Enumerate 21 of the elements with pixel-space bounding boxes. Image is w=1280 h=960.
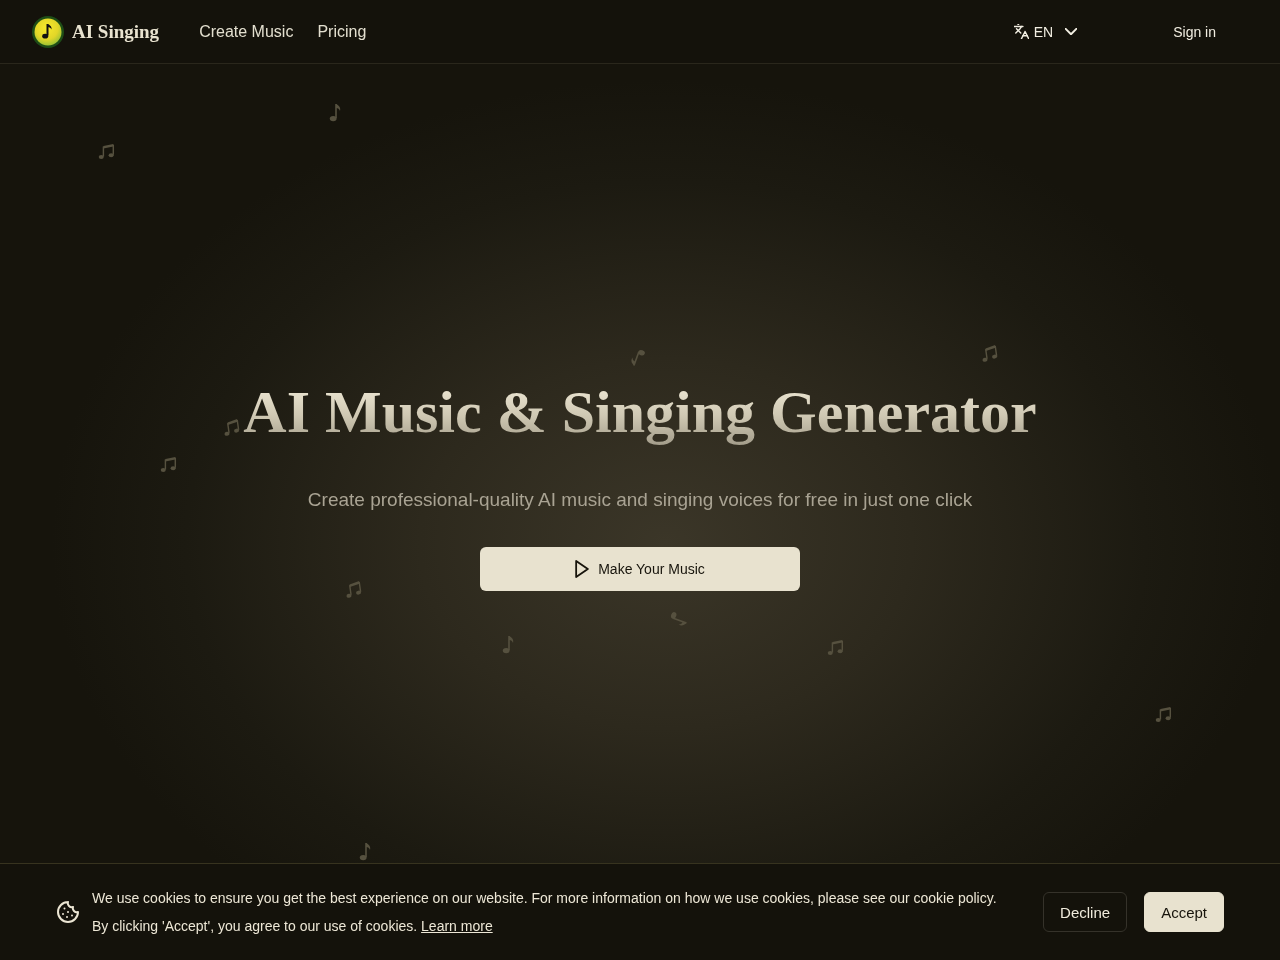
make-music-button[interactable]: Make Your Music bbox=[480, 547, 800, 591]
cookie-notice-text: We use cookies to ensure you get the best experience on our website. For more information on how we use cookies, please see our cookie policy. bbox=[92, 889, 998, 908]
chevron-down-icon bbox=[1065, 28, 1078, 35]
music-notes-icon bbox=[160, 455, 178, 475]
learn-more-link[interactable]: Learn more bbox=[421, 918, 493, 934]
music-notes-icon bbox=[827, 638, 845, 658]
hero-subtitle: Create professional-quality AI music and singing voices for free in just one click bbox=[307, 488, 973, 512]
cookie-icon bbox=[57, 901, 79, 923]
accept-button[interactable]: Accept bbox=[1144, 892, 1224, 932]
music-note-circle-icon[interactable] bbox=[32, 15, 64, 48]
cookie-notice-text: By clicking 'Accept', you agree to our use of cookies. Learn more bbox=[92, 917, 494, 936]
music-notes-icon bbox=[1155, 705, 1173, 725]
language-selector[interactable]: EN bbox=[1011, 19, 1080, 44]
nav-link[interactable]: Create Music bbox=[199, 22, 294, 41]
sign-in-button[interactable]: Sign in bbox=[1157, 15, 1232, 48]
music-notes-icon bbox=[98, 142, 116, 162]
brand-name[interactable]: AI Singing bbox=[72, 20, 160, 43]
play-icon bbox=[575, 560, 590, 578]
decline-button[interactable]: Decline bbox=[1043, 892, 1128, 932]
nav-link[interactable]: Pricing bbox=[317, 22, 367, 41]
translate-icon bbox=[1013, 24, 1029, 39]
